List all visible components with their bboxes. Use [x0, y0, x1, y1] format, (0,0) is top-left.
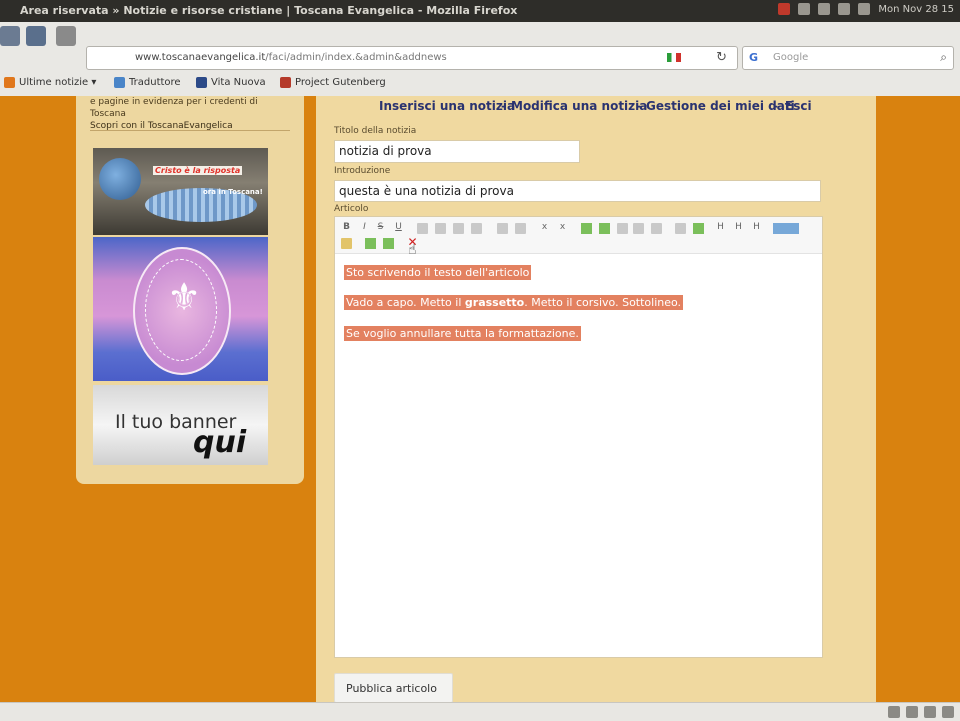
banner-cristo-risposta[interactable]: Cristo è la risposta ora in Toscana!: [93, 148, 268, 235]
intro-label: Introduzione: [334, 166, 391, 176]
italic-button[interactable]: I: [359, 222, 370, 233]
nav-separator: -: [773, 99, 778, 113]
mail-icon[interactable]: [798, 3, 811, 15]
admin-nav: Inserisci una notizia - Modifica una not…: [316, 99, 876, 117]
translate-icon: [114, 77, 125, 88]
addon-icon[interactable]: [924, 706, 936, 718]
window-title: Area riservata » Notizie e risorse crist…: [20, 4, 518, 17]
print-icon[interactable]: [56, 26, 76, 46]
intro-input[interactable]: questa è una notizia di prova: [334, 180, 821, 202]
link-icon[interactable]: [773, 223, 799, 234]
addon-icon[interactable]: [888, 706, 900, 718]
indent-icon[interactable]: [515, 223, 526, 234]
align-left-icon[interactable]: [417, 223, 428, 234]
rss-icon: [4, 77, 15, 88]
nav-esci[interactable]: Esci: [785, 99, 812, 113]
banner-your-ad[interactable]: Il tuo banner qui: [93, 385, 268, 465]
bookmark-ultime-notizie[interactable]: Ultime notizie ▾: [4, 77, 96, 88]
banner-full-gospel[interactable]: ⚜: [93, 237, 268, 381]
align-justify-icon[interactable]: [471, 223, 482, 234]
nav-separator: -: [501, 99, 506, 113]
superscript-button[interactable]: x: [557, 222, 568, 233]
image-icon[interactable]: [693, 223, 704, 234]
redo-icon[interactable]: [599, 223, 610, 234]
bookmark-project-gutenberg[interactable]: Project Gutenberg: [280, 77, 386, 88]
sidebar-lead: e pagine in evidenza per i credenti di T…: [90, 97, 258, 131]
find-icon[interactable]: [365, 238, 376, 249]
replace-icon[interactable]: [383, 238, 394, 249]
underline-button[interactable]: U: [393, 222, 404, 233]
h1-button[interactable]: H: [715, 222, 726, 233]
bookmark-vita-nuova[interactable]: Vita Nuova: [196, 77, 266, 88]
page-icon: [196, 77, 207, 88]
sidebar-divider: [90, 130, 290, 131]
clock[interactable]: Mon Nov 28 15: [878, 4, 954, 15]
h3-button[interactable]: H: [751, 222, 762, 233]
url-path: /faci/admin/index.&admin&addnews: [265, 52, 447, 63]
article-line-2: Vado a capo. Metto il grassetto. Metto i…: [344, 295, 684, 310]
italy-flag-icon: [667, 53, 681, 62]
indicator-icon[interactable]: [778, 3, 791, 15]
nav-separator: -: [636, 99, 641, 113]
addon-icon[interactable]: [906, 706, 918, 718]
sidebar: e pagine in evidenza per i credenti di T…: [76, 96, 304, 484]
forward-button[interactable]: [26, 26, 46, 46]
addon-icon[interactable]: [942, 706, 954, 718]
wifi-icon[interactable]: [838, 3, 851, 15]
subscript-button[interactable]: x: [539, 222, 550, 233]
google-icon: G: [749, 51, 759, 64]
publish-button[interactable]: Pubblica articolo: [334, 673, 453, 703]
url-bar[interactable]: www.toscanaevangelica.it/faci/admin/inde…: [86, 46, 738, 70]
url-host: www.toscanaevangelica.it: [135, 52, 266, 63]
globe-icon: [99, 158, 141, 200]
bold-button[interactable]: B: [341, 222, 352, 233]
table-icon[interactable]: [651, 223, 662, 234]
nav-modifica-notizia[interactable]: Modifica una notizia: [511, 99, 647, 113]
search-icon[interactable]: ⌕: [940, 50, 947, 65]
title-input[interactable]: notizia di prova: [334, 140, 580, 163]
battery-icon[interactable]: [818, 3, 831, 15]
search-bar[interactable]: G Google ⌕: [742, 46, 954, 70]
fleur-de-lis-icon: ⚜: [167, 275, 202, 319]
system-tray: Mon Nov 28 15: [778, 3, 954, 15]
ordered-list-icon[interactable]: [633, 223, 644, 234]
mouse-cursor-icon: ☝: [408, 242, 417, 258]
unordered-list-icon[interactable]: [617, 223, 628, 234]
status-bar: [0, 702, 960, 721]
bookmarks-toolbar: Ultime notizie ▾ Traduttore Vita Nuova P…: [0, 72, 960, 94]
reload-icon[interactable]: ↻: [716, 50, 727, 65]
h2-button[interactable]: H: [733, 222, 744, 233]
align-right-icon[interactable]: [453, 223, 464, 234]
title-label: Titolo della notizia: [334, 126, 417, 136]
hr-icon[interactable]: [675, 223, 686, 234]
rich-text-editor[interactable]: B I S U x x H H H ✕ Sto scrivendo il tes…: [334, 216, 823, 658]
volume-icon[interactable]: [858, 3, 871, 15]
outdent-icon[interactable]: [497, 223, 508, 234]
book-icon: [280, 77, 291, 88]
article-line-1: Sto scrivendo il testo dell'articolo: [344, 265, 532, 280]
align-center-icon[interactable]: [435, 223, 446, 234]
nav-inserisci-notizia[interactable]: Inserisci una notizia: [379, 99, 515, 113]
back-button[interactable]: [0, 26, 20, 46]
search-placeholder: Google: [773, 52, 809, 63]
paste-icon[interactable]: [341, 238, 352, 249]
undo-icon[interactable]: [581, 223, 592, 234]
article-line-3: Se voglio annullare tutta la formattazio…: [344, 326, 581, 341]
system-top-bar: Area riservata » Notizie e risorse crist…: [0, 0, 960, 22]
article-label: Articolo: [334, 204, 369, 214]
bold-text: grassetto: [464, 296, 525, 309]
strikethrough-button[interactable]: S: [375, 222, 386, 233]
bookmark-traduttore[interactable]: Traduttore: [114, 77, 181, 88]
